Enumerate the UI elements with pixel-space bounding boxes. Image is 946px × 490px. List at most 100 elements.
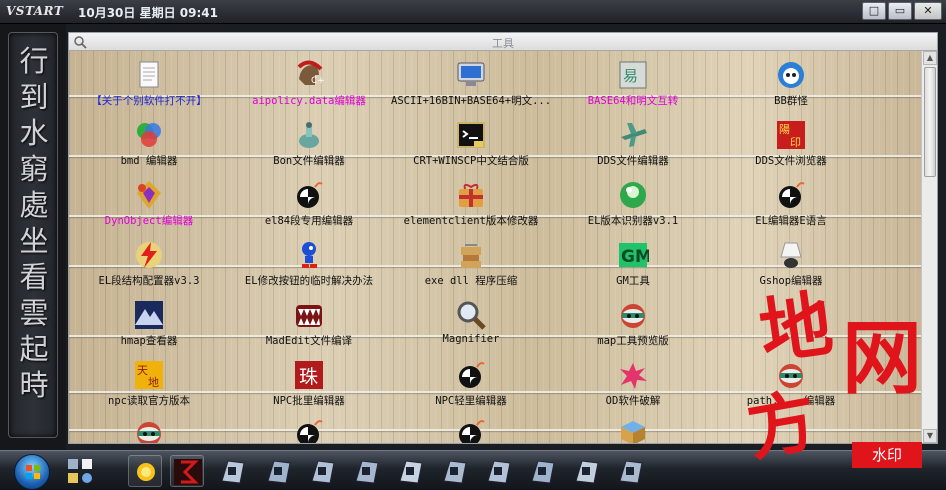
svg-text:印: 印 (790, 136, 801, 149)
tool-label: exe dll 程序压缩 (424, 275, 518, 287)
tool-item-19[interactable]: Gshop编辑器 (711, 239, 871, 288)
taskbar-app2[interactable] (262, 455, 296, 487)
svg-text:珠: 珠 (299, 366, 318, 388)
watermark-char-1: 地 (754, 280, 838, 375)
splat-icon (617, 359, 649, 391)
tool-item-31[interactable] (229, 417, 389, 443)
tool-item-18[interactable]: GM GM工具 (553, 239, 713, 288)
taskbar-app5[interactable] (394, 455, 428, 487)
tool-item-27[interactable]: NPC轻里编辑器 (391, 359, 551, 408)
tool-item-10[interactable]: DynObject编辑器 (69, 179, 229, 228)
tool-item-1[interactable]: C+ aipolicy.data编辑器 (229, 59, 389, 108)
tool-item-22[interactable]: Magnifier (391, 299, 551, 345)
tool-item-30[interactable] (69, 417, 229, 443)
bomb-icon (455, 417, 487, 443)
tool-item-21[interactable]: MadEdit文件编译 (229, 299, 389, 348)
taskbar-tray-mini-icons[interactable] (64, 455, 98, 487)
tool-item-23[interactable]: map工具预览版 (553, 299, 713, 348)
tool-item-7[interactable]: CRT+WINSCP中文结合版 (391, 119, 551, 168)
tool-label: hmap查看器 (120, 335, 178, 347)
tool-label: EL编辑器E语言 (755, 215, 827, 227)
tool-item-25[interactable]: 天地 npc读取官方版本 (69, 359, 229, 408)
tool-item-2[interactable]: ASCII+16BIN+BASE64+明文... (391, 59, 551, 108)
teeth-icon (293, 299, 325, 331)
taskbar-sun-icon[interactable] (128, 455, 162, 487)
svg-text:天: 天 (137, 364, 148, 377)
tool-item-12[interactable]: elementclient版本修改器 (391, 179, 551, 228)
document-icon (133, 59, 165, 91)
scroll-down-icon[interactable]: ▼ (923, 429, 937, 443)
ninja-mask-icon (133, 417, 165, 443)
tool-label: EL版本识别器v3.1 (587, 215, 679, 227)
bomb-icon (775, 179, 807, 211)
tool-label: GM工具 (616, 275, 650, 287)
tool-item-16[interactable]: EL修改按钮的临时解决办法 (229, 239, 389, 288)
left-panel: 行到水窮處坐看雲起時 (0, 24, 66, 450)
taskbar-app4[interactable] (350, 455, 384, 487)
close-button[interactable]: ✕ (914, 2, 942, 20)
watermark-stamp: 水印 (852, 442, 922, 468)
tool-item-13[interactable]: EL版本识别器v3.1 (553, 179, 713, 228)
taskbar-red-glyph-icon[interactable] (170, 455, 204, 487)
tool-label: BB群怪 (774, 95, 808, 107)
sonic-icon (293, 239, 325, 271)
tool-item-11[interactable]: el84段专用编辑器 (229, 179, 389, 228)
tool-item-15[interactable]: EL段结构配置器v3.3 (69, 239, 229, 288)
svg-text:易: 易 (623, 67, 638, 85)
category-title: 工具 (492, 37, 514, 50)
minimize-button[interactable]: □ (862, 2, 886, 20)
tool-item-0[interactable]: 【关于个别软件打不开】 (69, 59, 229, 108)
taskbar-app9[interactable] (570, 455, 604, 487)
tool-item-9[interactable]: 陽印 DDS文件浏览器 (711, 119, 871, 168)
start-button[interactable] (14, 454, 50, 490)
tool-label: DDS文件浏览器 (755, 155, 827, 167)
green-orb-icon (617, 179, 649, 211)
svg-text:地: 地 (148, 376, 159, 389)
calligraphy-banner: 行到水窮處坐看雲起時 (8, 32, 58, 438)
tool-item-28[interactable]: OD软件破解 (553, 359, 713, 408)
teal-bottle-icon (293, 119, 325, 151)
ninja-mask-icon (617, 299, 649, 331)
taskbar-app6[interactable] (438, 455, 472, 487)
search-bar[interactable]: 工具 (69, 33, 937, 51)
watermark-char-2: 网 (842, 311, 922, 405)
tool-label: CRT+WINSCP中文结合版 (413, 155, 529, 167)
vertical-scrollbar[interactable]: ▲ ▼ (921, 51, 937, 443)
tool-item-32[interactable] (391, 417, 551, 443)
box-stack-icon (455, 239, 487, 271)
tool-item-20[interactable]: hmap查看器 (69, 299, 229, 348)
taskbar-app3[interactable] (306, 455, 340, 487)
tool-label: aipolicy.data编辑器 (252, 95, 366, 107)
tool-item-3[interactable]: 易 BASE64和明文互转 (553, 59, 713, 108)
taskbar-app1[interactable] (216, 455, 250, 487)
tool-label: DDS文件编辑器 (597, 155, 669, 167)
tool-label: Bon文件编辑器 (273, 155, 345, 167)
windows-logo-icon (26, 465, 40, 479)
bomb-icon (293, 179, 325, 211)
tool-item-8[interactable]: DDS文件编辑器 (553, 119, 713, 168)
tool-item-33[interactable] (553, 417, 713, 443)
tool-item-6[interactable]: Bon文件编辑器 (229, 119, 389, 168)
window-controls: □ ▭ ✕ (862, 2, 942, 20)
scroll-thumb[interactable] (924, 67, 936, 177)
red-tile-icon: 珠 (293, 359, 325, 391)
rgb-circles-icon (133, 119, 165, 151)
svg-text:GM: GM (621, 247, 649, 267)
tool-label: OD软件破解 (605, 395, 661, 407)
title-bar: VSTART 10月30日 星期日 09:41 □ ▭ ✕ (0, 0, 946, 24)
mountain-icon (133, 299, 165, 331)
scroll-up-icon[interactable]: ▲ (923, 51, 937, 65)
tool-item-14[interactable]: EL编辑器E语言 (711, 179, 871, 228)
plane-icon (617, 119, 649, 151)
tool-item-4[interactable]: BB群怪 (711, 59, 871, 108)
tool-item-5[interactable]: bmd 编辑器 (69, 119, 229, 168)
tool-item-26[interactable]: 珠 NPC批里编辑器 (229, 359, 389, 408)
tool-label: elementclient版本修改器 (403, 215, 539, 227)
maximize-button[interactable]: ▭ (888, 2, 912, 20)
taskbar-app7[interactable] (482, 455, 516, 487)
tool-label: EL段结构配置器v3.3 (98, 275, 200, 287)
tool-item-17[interactable]: exe dll 程序压缩 (391, 239, 551, 288)
bomb-icon (455, 359, 487, 391)
taskbar-app8[interactable] (526, 455, 560, 487)
taskbar-app10[interactable] (614, 455, 648, 487)
